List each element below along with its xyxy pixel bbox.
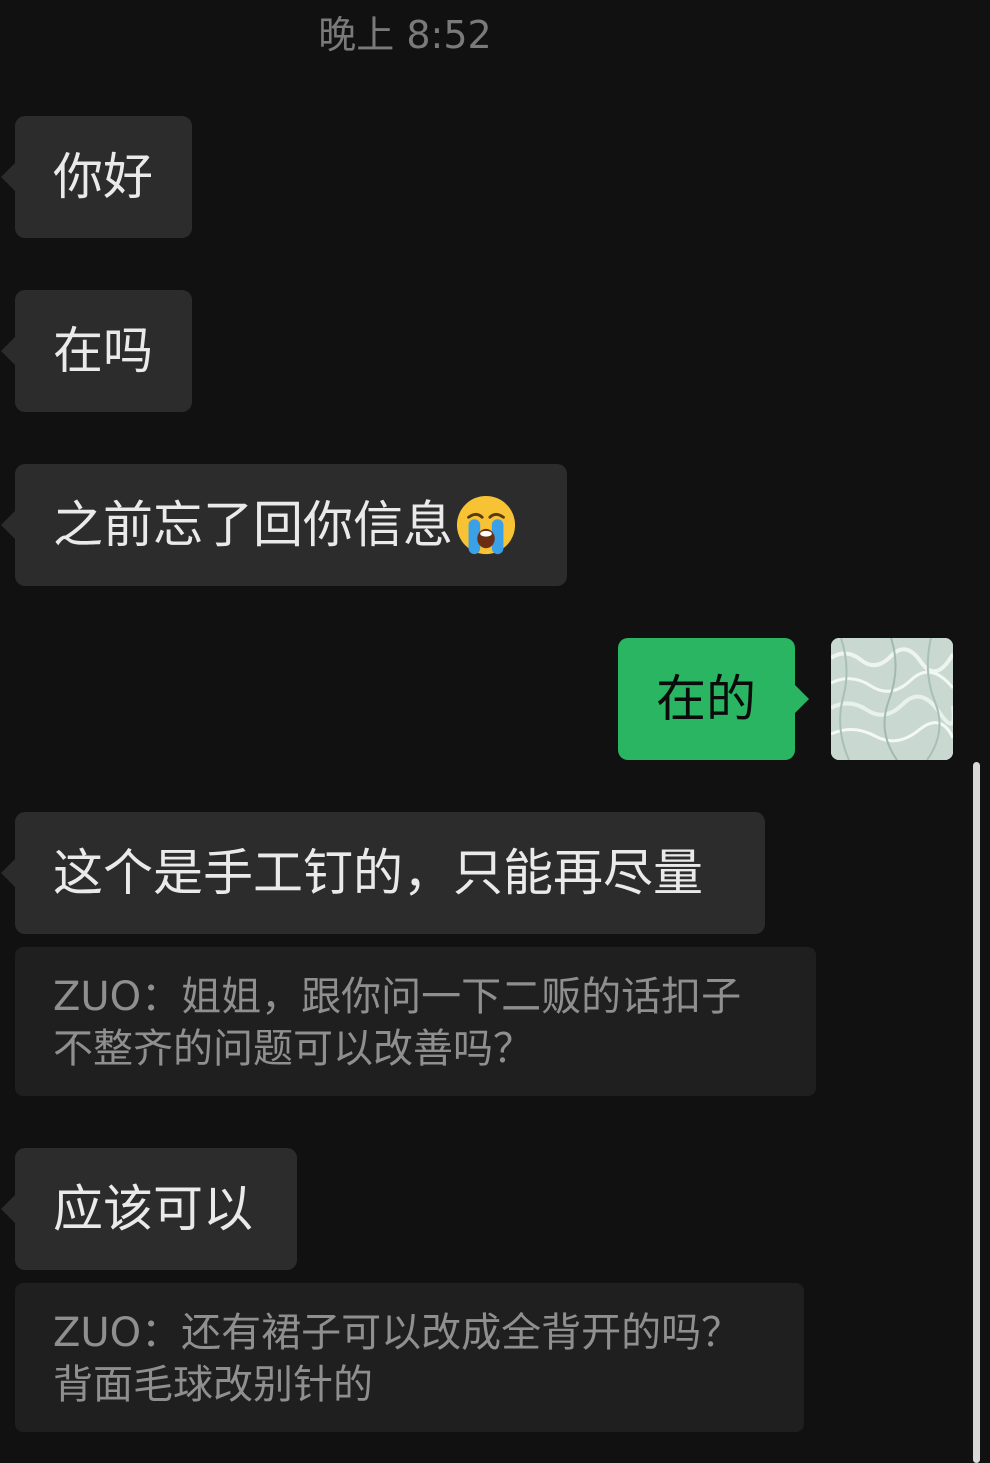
user-avatar[interactable] — [831, 638, 953, 760]
quote-text-line: 背面毛球改别针的 — [53, 1362, 373, 1408]
incoming-message-bubble[interactable]: 之前忘了回你信息 — [1, 464, 567, 586]
incoming-message-bubble[interactable]: 应该可以 — [1, 1148, 297, 1270]
quote-text-line: 不整齐的问题可以改善吗？ — [53, 1026, 533, 1072]
message-text: 在的 — [656, 670, 756, 728]
incoming-message-bubble[interactable]: 这个是手工钉的，只能再尽量 — [1, 812, 765, 934]
quoted-reply[interactable]: ZUO：还有裙子可以改成全背开的吗？ 背面毛球改别针的 — [15, 1283, 804, 1432]
quote-text-line: ZUO：还有裙子可以改成全背开的吗？ — [53, 1310, 742, 1356]
scrollbar[interactable] — [973, 762, 980, 1463]
incoming-message-bubble[interactable]: 在吗 — [1, 290, 192, 412]
quote-text-line: ZUO：姐姐，跟你问一下二贩的话扣子 — [53, 974, 742, 1020]
message-text: 在吗 — [53, 322, 153, 380]
chat-screen: 晚上 8:52 你好 在吗 之前忘了回你信息 在的 这个是手工钉的，只能再尽量 … — [0, 0, 990, 1463]
message-text: 这个是手工钉的，只能再尽量 — [53, 844, 703, 902]
message-timestamp: 晚上 8:52 — [318, 13, 492, 57]
message-text: 应该可以 — [53, 1180, 253, 1238]
quoted-reply[interactable]: ZUO：姐姐，跟你问一下二贩的话扣子 不整齐的问题可以改善吗？ — [15, 947, 816, 1096]
water-texture-image — [831, 638, 953, 760]
message-text: 你好 — [53, 148, 153, 206]
outgoing-message-bubble[interactable]: 在的 — [618, 638, 809, 760]
loudly-crying-face-icon — [456, 495, 516, 554]
incoming-message-bubble[interactable]: 你好 — [1, 116, 192, 238]
message-text: 之前忘了回你信息 — [53, 496, 453, 554]
